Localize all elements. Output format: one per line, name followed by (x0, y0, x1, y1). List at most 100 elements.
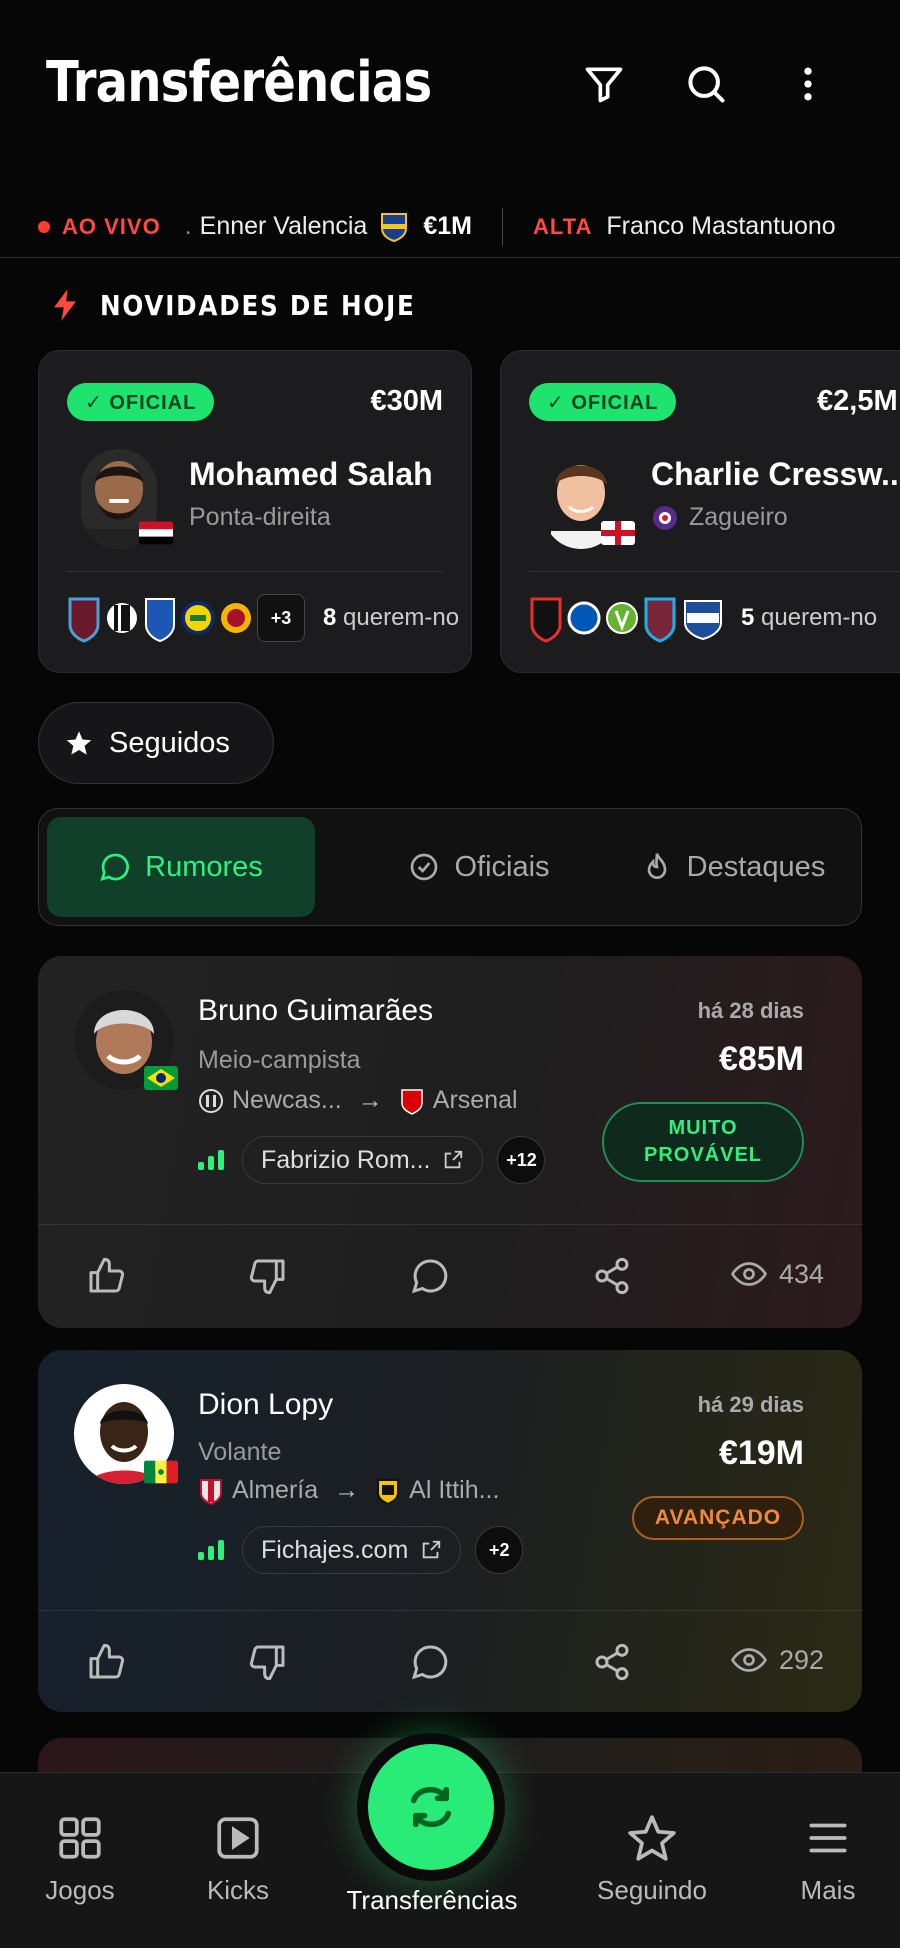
app-header: Transferências (0, 0, 900, 175)
live-label: AO VIVO (62, 213, 161, 239)
dislike-icon[interactable] (242, 1636, 294, 1688)
player-name: Bruno Guimarães (198, 994, 434, 1027)
reliability-bars-icon (198, 1540, 224, 1560)
search-icon[interactable] (678, 56, 734, 112)
card-actions: 434 (38, 1226, 862, 1326)
nav-seguindo[interactable]: Seguindo (582, 1813, 722, 1906)
dislike-icon[interactable] (242, 1250, 294, 1302)
senegal-flag-icon (144, 1460, 178, 1484)
nav-kicks[interactable]: Kicks (168, 1813, 308, 1906)
card-divider (529, 571, 900, 572)
separator-dot: . (184, 212, 192, 240)
share-icon[interactable] (586, 1636, 638, 1688)
interest-suffix: querem-no (754, 604, 878, 631)
ticker-divider (501, 207, 503, 246)
check-circle-icon (411, 853, 438, 881)
star-icon (66, 731, 92, 755)
nav-label: Transferências (346, 1885, 518, 1915)
fab-inner (368, 1744, 494, 1870)
nav-label: Kicks (206, 1875, 270, 1905)
transfers-fab[interactable] (357, 1733, 505, 1881)
external-link-icon (445, 1150, 463, 1169)
feed-tabs: Rumores Oficiais Destaques (38, 808, 862, 926)
arsenal-crest-icon (401, 1088, 423, 1115)
almeria-crest-icon (200, 1478, 222, 1505)
rumor-card[interactable]: Dion Lopy Volante Almería → Al Ittih... … (38, 1350, 862, 1712)
time-ago: há 28 dias (697, 998, 804, 1023)
from-club: Almería (232, 1476, 319, 1504)
more-sources-count[interactable]: +12 (497, 1136, 546, 1184)
player-position: Meio-campista (198, 1046, 361, 1074)
section-header: NOVIDADES DE HOJE (50, 288, 459, 322)
followed-label: Seguidos (109, 726, 230, 759)
play-icon (217, 1817, 259, 1859)
official-badge: ✓ OFICIAL (529, 383, 677, 421)
share-icon[interactable] (586, 1250, 638, 1302)
chat-bubble-icon (100, 853, 130, 881)
nav-label: Jogos (45, 1875, 115, 1905)
tab-destaques[interactable]: Destaques (611, 817, 855, 917)
official-transfer-card[interactable]: ✓ OFICIAL €2,5M Charlie Cressw... Zaguei… (500, 350, 900, 673)
brighton-crest-icon (567, 601, 601, 635)
comment-icon[interactable] (404, 1250, 456, 1302)
club-crest-icon (145, 598, 175, 643)
player-name: Mohamed Salah (189, 456, 433, 492)
transfer-route: Newcas... → Arsenal (198, 1086, 518, 1115)
card-divider (38, 1224, 862, 1225)
tab-rumores[interactable]: Rumores (47, 817, 315, 917)
ticker-player-name-2: Franco Mastantuono (606, 212, 836, 240)
galatasaray-crest-icon (221, 603, 251, 633)
more-sources-count[interactable]: +2 (475, 1526, 524, 1574)
como-crest-icon (684, 600, 722, 641)
newcastle-crest-icon (199, 1088, 223, 1113)
flame-icon (647, 853, 667, 879)
nav-jogos[interactable]: Jogos (10, 1813, 150, 1906)
live-ticker[interactable]: AO VIVO . Enner Valencia €1M ALTA Franco… (0, 196, 900, 258)
grid-icon (59, 1817, 101, 1859)
view-count: 292 (730, 1642, 824, 1678)
west-ham-crest-icon (644, 597, 676, 643)
source-name: Fichajes.com (261, 1535, 409, 1564)
rennes-crest-icon (530, 597, 562, 643)
to-club: Arsenal (432, 1086, 518, 1114)
page-title: Transferências (46, 50, 432, 115)
like-icon[interactable] (80, 1636, 132, 1688)
transfer-fee: €19M (718, 1434, 804, 1472)
source-link[interactable]: Fabrizio Rom... (242, 1136, 484, 1184)
status-badge: MUITO PROVÁVEL (602, 1102, 804, 1182)
tab-label: Rumores (145, 850, 263, 883)
source-row: Fichajes.com +2 (198, 1526, 524, 1574)
source-name: Fabrizio Rom... (261, 1145, 431, 1174)
al-ittihad-crest-icon (377, 1478, 400, 1505)
nav-transferencias[interactable]: Transferências (332, 1885, 532, 1916)
like-icon[interactable] (80, 1250, 132, 1302)
brazil-flag-icon (144, 1066, 178, 1090)
toulouse-crest-icon (653, 505, 677, 530)
section-title: NOVIDADES DE HOJE (100, 288, 416, 322)
time-ago: há 29 dias (697, 1392, 804, 1417)
eye-icon (730, 1262, 767, 1286)
nav-mais[interactable]: Mais (758, 1813, 898, 1906)
interest-text: 8 querem-no (323, 604, 459, 632)
player-name: Dion Lopy (198, 1388, 334, 1421)
tab-oficiais[interactable]: Oficiais (359, 817, 599, 917)
trabzonspor-crest-icon (68, 597, 100, 643)
followed-filter-chip[interactable]: Seguidos (38, 702, 274, 784)
views-number: 292 (778, 1644, 824, 1675)
more-vertical-icon[interactable] (780, 56, 836, 112)
filter-icon[interactable] (576, 56, 632, 112)
interested-clubs: +3 8 querem-no (67, 593, 459, 643)
star-icon (628, 1815, 676, 1861)
from-club: Newcas... (232, 1086, 342, 1114)
player-name: Charlie Cressw... (651, 456, 900, 492)
official-transfer-card[interactable]: ✓ OFICIAL €30M Mohamed Salah Ponta-direi… (38, 350, 472, 673)
status-badge: AVANÇADO (632, 1496, 804, 1540)
live-dot-icon (38, 220, 50, 233)
official-badge: ✓ OFICIAL (67, 383, 215, 421)
player-position: Zagueiro (651, 503, 788, 532)
wolfsburg-crest-icon (606, 602, 638, 634)
source-link[interactable]: Fichajes.com (242, 1526, 462, 1574)
comment-icon[interactable] (404, 1636, 456, 1688)
views-number: 434 (778, 1258, 824, 1289)
rumor-card[interactable]: Bruno Guimarães Meio-campista Newcas... … (38, 956, 862, 1328)
